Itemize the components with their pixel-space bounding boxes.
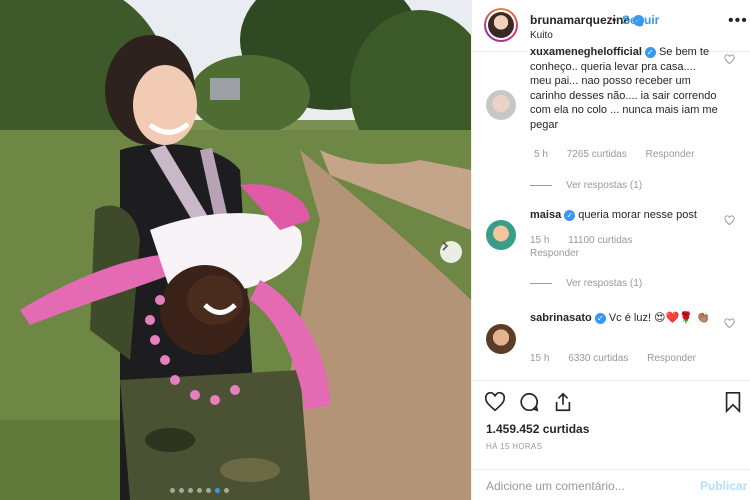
post-actions: 1.459.452 curtidas HÁ 15 HORAS Adicione …	[472, 380, 750, 500]
post-photo[interactable]	[0, 0, 471, 500]
carousel-indicator	[170, 488, 229, 493]
photo-illustration	[0, 0, 471, 500]
verified-badge-icon: ✓	[644, 46, 656, 58]
comment-likes[interactable]: 6330 curtidas	[568, 353, 628, 364]
carousel-dot	[179, 488, 184, 493]
carousel-dot	[215, 488, 220, 493]
post-location[interactable]: Kuito	[530, 30, 553, 41]
verified-badge-icon: ✓	[594, 312, 606, 324]
comment-likes[interactable]: 7265 curtidas	[567, 149, 627, 160]
comment-meta: 15 h 11100 curtidas	[530, 235, 648, 246]
more-options-icon[interactable]: •••	[728, 12, 748, 30]
comment-body: sabrinasato ✓ Vc é luz! 😍❤️🌹 👏🏽	[530, 311, 720, 326]
comment-text: Vc é luz! 😍❤️🌹 👏🏽	[608, 312, 710, 324]
commenter-avatar[interactable]	[486, 220, 516, 250]
comment-text: Se bem te conheço.. queria levar pra cas…	[530, 46, 718, 131]
commenter-avatar[interactable]	[486, 90, 516, 120]
comment-text: queria morar nesse post	[578, 209, 697, 221]
commenter-username[interactable]: maisa ✓	[530, 209, 576, 221]
commenter-avatar[interactable]	[486, 324, 516, 354]
carousel-dot	[197, 488, 202, 493]
likes-count[interactable]: 1.459.452 curtidas	[486, 422, 589, 436]
verified-badge-icon: ✓	[564, 209, 576, 221]
comment-time: 15 h	[530, 235, 550, 246]
carousel-dot	[224, 488, 229, 493]
comment-input[interactable]: Adicione um comentário...	[486, 479, 625, 493]
share-icon[interactable]	[552, 391, 574, 413]
comment-body: xuxameneghelofficial ✓ Se bem te conheço.…	[530, 45, 720, 132]
like-comment-heart-icon[interactable]	[724, 54, 735, 65]
reply-button[interactable]: Responder	[530, 248, 579, 259]
add-comment-bar: Adicione um comentário... Publicar	[472, 469, 750, 500]
post-timestamp: HÁ 15 HORAS	[486, 442, 543, 451]
comment-time: 5 h	[534, 149, 548, 160]
comment-meta: 15 h 6330 curtidas Responder	[530, 353, 712, 364]
comment-meta: 5 h 7265 curtidas Responder	[534, 149, 710, 160]
chevron-right-icon	[442, 241, 449, 251]
commenter-username[interactable]: xuxameneghelofficial ✓	[530, 46, 656, 58]
carousel-dot	[188, 488, 193, 493]
comment-meta: Responder	[530, 248, 595, 259]
comment-time: 15 h	[530, 353, 550, 364]
reply-button[interactable]: Responder	[647, 353, 696, 364]
follow-button[interactable]: Seguir	[622, 13, 659, 27]
view-replies-button[interactable]: Ver respostas (1)	[530, 180, 642, 191]
commenter-username[interactable]: sabrinasato ✓	[530, 312, 606, 324]
publish-button[interactable]: Publicar	[700, 479, 747, 493]
separator-dot: •	[612, 13, 617, 27]
author-avatar[interactable]	[484, 8, 518, 42]
save-bookmark-icon[interactable]	[724, 391, 742, 413]
like-comment-heart-icon[interactable]	[724, 318, 735, 329]
post-side-panel: brunamarquezine ✓ • Seguir Kuito ••• xuxa…	[471, 0, 750, 500]
carousel-dot	[206, 488, 211, 493]
comment-bubble-icon[interactable]	[518, 391, 540, 413]
comment-likes[interactable]: 11100 curtidas	[568, 235, 632, 246]
reply-button[interactable]: Responder	[646, 149, 695, 160]
carousel-dot	[170, 488, 175, 493]
view-replies-button[interactable]: Ver respostas (1)	[530, 278, 642, 289]
comment-body: maisa ✓ queria morar nesse post	[530, 208, 720, 223]
like-comment-heart-icon[interactable]	[724, 215, 735, 226]
next-photo-button[interactable]	[440, 241, 462, 263]
like-heart-icon[interactable]	[484, 391, 506, 413]
